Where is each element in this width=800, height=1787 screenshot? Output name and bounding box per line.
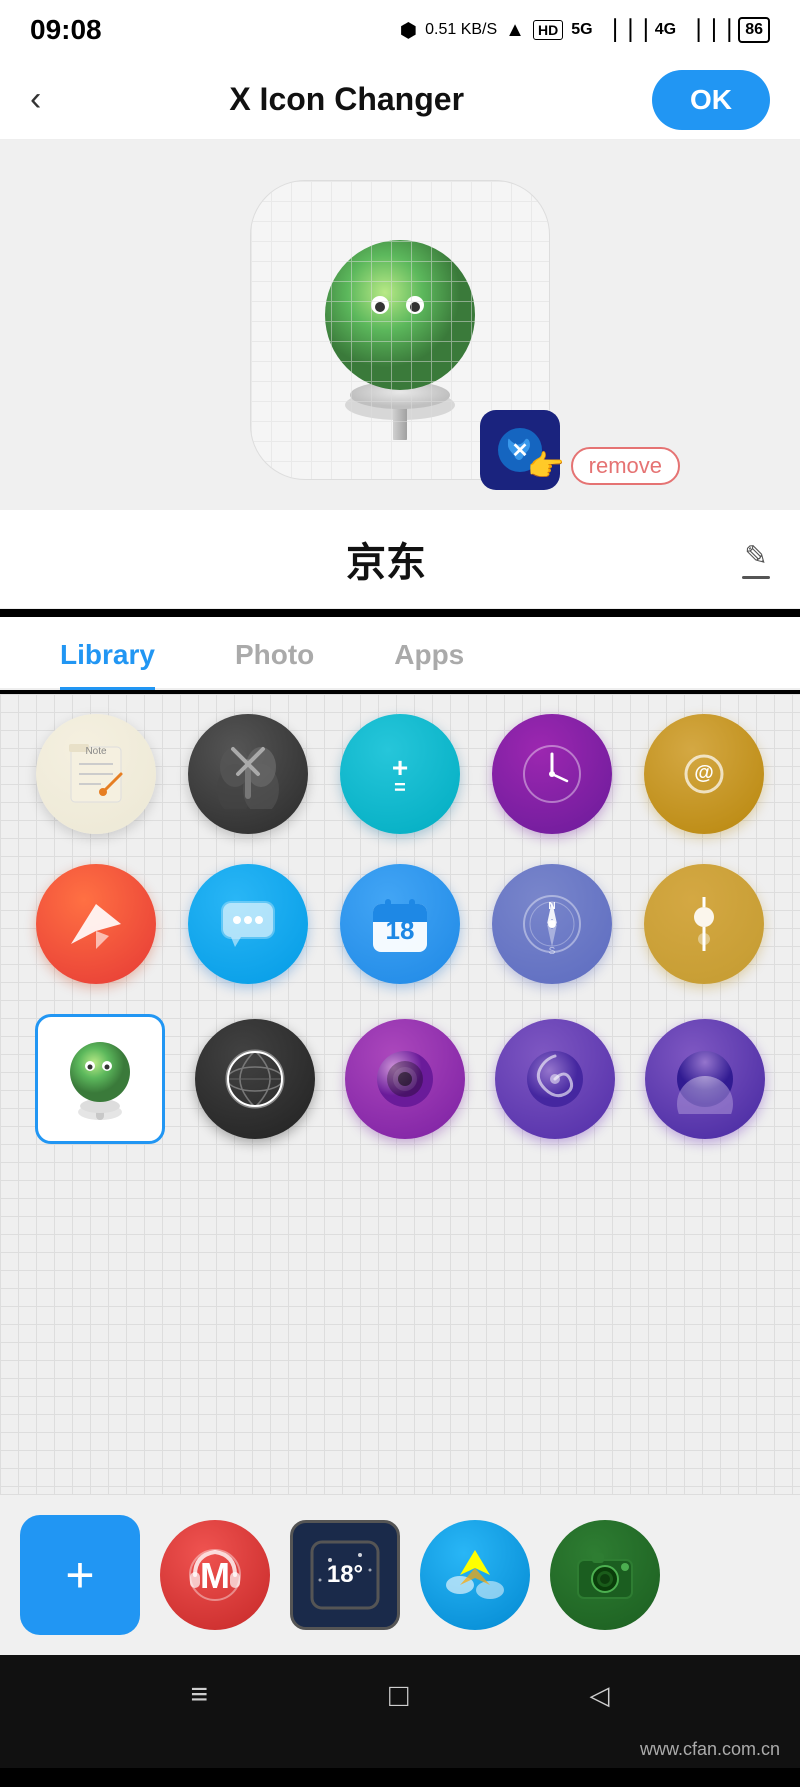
icon-calendar[interactable]: 18 bbox=[340, 864, 460, 984]
lollipop-preview-svg bbox=[290, 220, 510, 440]
icon-weather[interactable]: 18° bbox=[290, 1520, 400, 1630]
svg-text:N: N bbox=[548, 901, 555, 912]
icon-world[interactable] bbox=[195, 1019, 315, 1139]
icon-note[interactable]: Note bbox=[36, 714, 156, 834]
battery-indicator: 86 bbox=[738, 17, 770, 43]
tab-apps[interactable]: Apps bbox=[394, 617, 464, 690]
icon-row-2: 18 N S bbox=[20, 864, 780, 984]
remove-hand-icon: 👉 bbox=[527, 449, 564, 484]
icon-grid: Note + = bbox=[0, 694, 800, 1494]
icon-row-1: Note + = bbox=[20, 714, 780, 834]
watermark: www.cfan.com.cn bbox=[0, 1735, 800, 1768]
svg-text:@: @ bbox=[694, 762, 714, 784]
header: ‹ X Icon Changer OK bbox=[0, 60, 800, 140]
status-bar: 09:08 ⬢ 0.51 KB/S ▲ HD 5G ▕▕▕ 4G ▕▕▕ 86 bbox=[0, 0, 800, 60]
pencil-icon: ✎ bbox=[744, 539, 767, 572]
remove-badge[interactable]: 👉 remove bbox=[527, 447, 680, 485]
back-button[interactable]: ‹ bbox=[30, 80, 41, 119]
svg-text:18°: 18° bbox=[327, 1561, 363, 1588]
add-icon-button[interactable]: + bbox=[20, 1515, 140, 1635]
signal-5g: 5G bbox=[571, 21, 592, 39]
watermark-text: www.cfan.com.cn bbox=[640, 1739, 780, 1759]
signal-4g: 4G bbox=[655, 21, 676, 39]
nav-bar: ≡ □ ◁ bbox=[0, 1655, 800, 1735]
icon-wallpaper[interactable] bbox=[645, 1019, 765, 1139]
preview-icon-container: ✕ 👉 remove bbox=[250, 180, 550, 480]
status-time: 09:08 bbox=[30, 14, 102, 46]
icon-scissors[interactable] bbox=[188, 714, 308, 834]
tab-photo[interactable]: Photo bbox=[235, 617, 314, 690]
ok-button[interactable]: OK bbox=[652, 70, 770, 130]
page-title: X Icon Changer bbox=[229, 81, 464, 118]
hd-badge: HD bbox=[533, 20, 563, 40]
icon-clock[interactable] bbox=[492, 714, 612, 834]
bottom-section: + M 18° bbox=[0, 1494, 800, 1655]
app-name-text: 京东 bbox=[30, 530, 742, 588]
icon-camera-lens[interactable] bbox=[345, 1019, 465, 1139]
svg-text:=: = bbox=[394, 777, 406, 799]
icon-calculator[interactable]: + = bbox=[340, 714, 460, 834]
network-speed: 0.51 KB/S bbox=[425, 21, 497, 39]
svg-text:S: S bbox=[549, 946, 556, 957]
edit-name-button[interactable]: ✎ bbox=[742, 539, 770, 579]
nav-menu-icon[interactable]: ≡ bbox=[191, 1678, 209, 1712]
pencil-underline bbox=[742, 576, 770, 579]
bluetooth-icon: ⬢ bbox=[400, 18, 417, 43]
icon-media-player[interactable]: M bbox=[160, 1520, 270, 1630]
preview-area: ✕ 👉 remove bbox=[0, 140, 800, 510]
icon-plane-game[interactable] bbox=[420, 1520, 530, 1630]
tabs-bar: Library Photo Apps bbox=[0, 617, 800, 690]
icon-paper-plane[interactable] bbox=[36, 864, 156, 984]
icon-lollipop-selected[interactable] bbox=[35, 1014, 165, 1144]
status-icons: ⬢ 0.51 KB/S ▲ HD 5G ▕▕▕ 4G ▕▕▕ 86 bbox=[400, 17, 770, 43]
icon-compass[interactable]: N S bbox=[492, 864, 612, 984]
icon-email[interactable]: @ bbox=[644, 714, 764, 834]
icon-chat[interactable] bbox=[188, 864, 308, 984]
svg-text:M: M bbox=[200, 1555, 230, 1596]
icon-settings-knob[interactable] bbox=[644, 864, 764, 984]
tab-library[interactable]: Library bbox=[60, 617, 155, 690]
icon-spiral[interactable] bbox=[495, 1019, 615, 1139]
svg-text:Note: Note bbox=[85, 746, 107, 757]
nav-home-icon[interactable]: □ bbox=[389, 1677, 408, 1714]
icon-row-3 bbox=[20, 1014, 780, 1144]
app-name-area: 京东 ✎ bbox=[0, 510, 800, 609]
wifi-icon: ▲ bbox=[505, 19, 525, 42]
icon-retro-camera[interactable] bbox=[550, 1520, 660, 1630]
signal-bars2: ▕▕▕ bbox=[684, 18, 730, 43]
remove-label: remove bbox=[571, 447, 680, 485]
signal-bars: ▕▕▕ bbox=[601, 18, 647, 43]
svg-text:18: 18 bbox=[386, 915, 415, 945]
svg-text:✕: ✕ bbox=[512, 440, 529, 462]
nav-back-icon[interactable]: ◁ bbox=[589, 1680, 609, 1711]
